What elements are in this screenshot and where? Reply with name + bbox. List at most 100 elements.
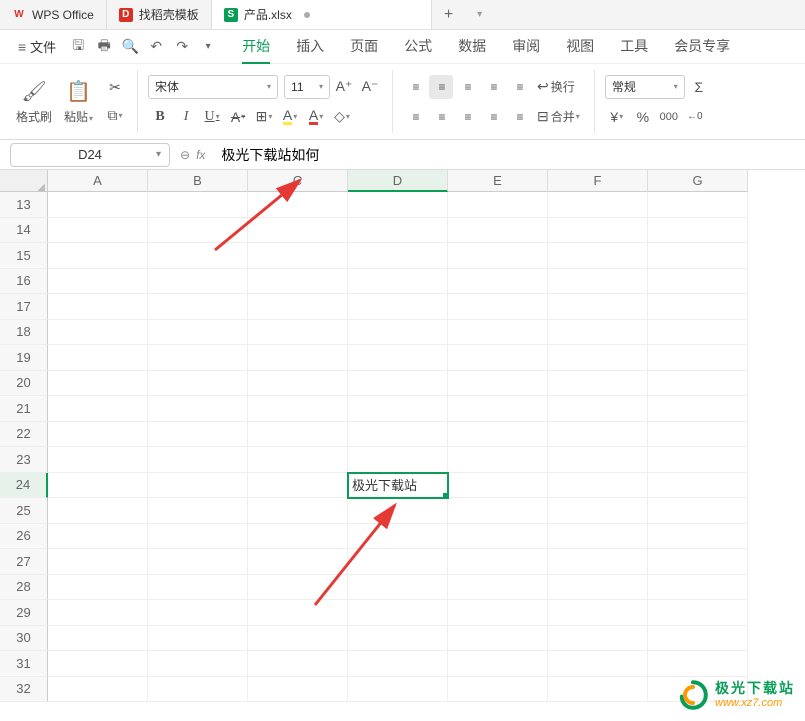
cell-D19[interactable] [348,345,448,371]
cell-D23[interactable] [348,447,448,473]
cell-A32[interactable] [48,677,148,703]
cell-F26[interactable] [548,524,648,550]
cell-E18[interactable] [448,320,548,346]
tab-view[interactable]: 视图 [566,30,594,64]
row-header-27[interactable]: 27 [0,549,48,575]
currency-button[interactable]: ¥▾ [605,105,629,129]
column-header-C[interactable]: C [248,170,348,192]
row-header-26[interactable]: 26 [0,524,48,550]
cut-button[interactable]: ✂ [103,76,127,100]
cell-B26[interactable] [148,524,248,550]
cell-B17[interactable] [148,294,248,320]
decrease-font-button[interactable]: A⁻ [358,75,382,99]
cell-E14[interactable] [448,218,548,244]
cell-E31[interactable] [448,651,548,677]
cell-B27[interactable] [148,549,248,575]
cell-F24[interactable] [548,473,648,499]
cell-B18[interactable] [148,320,248,346]
copy-button[interactable]: ⧉▾ [103,104,127,128]
cell-C21[interactable] [248,396,348,422]
cells-area[interactable]: 极光下载站 [48,192,805,702]
qat-dropdown[interactable]: ▾ [196,35,220,59]
cell-B13[interactable] [148,192,248,218]
cell-E25[interactable] [448,498,548,524]
cell-E27[interactable] [448,549,548,575]
row-header-19[interactable]: 19 [0,345,48,371]
row-header-18[interactable]: 18 [0,320,48,346]
decrease-indent-button[interactable]: ≡ [481,75,505,99]
row-header-20[interactable]: 20 [0,371,48,397]
cell-F21[interactable] [548,396,648,422]
cell-F15[interactable] [548,243,648,269]
cell-B14[interactable] [148,218,248,244]
font-name-select[interactable]: 宋体 ▾ [148,75,278,99]
cell-D14[interactable] [348,218,448,244]
font-color-button[interactable]: A▾ [304,105,328,129]
cell-A21[interactable] [48,396,148,422]
cell-E29[interactable] [448,600,548,626]
cell-C22[interactable] [248,422,348,448]
cell-G31[interactable] [648,651,748,677]
cell-D25[interactable] [348,498,448,524]
row-header-15[interactable]: 15 [0,243,48,269]
fill-color-button[interactable]: A▾ [278,105,302,129]
row-header-13[interactable]: 13 [0,192,48,218]
cell-F30[interactable] [548,626,648,652]
cell-A25[interactable] [48,498,148,524]
cell-C26[interactable] [248,524,348,550]
cell-C15[interactable] [248,243,348,269]
cell-B15[interactable] [148,243,248,269]
cell-D17[interactable] [348,294,448,320]
cell-F31[interactable] [548,651,648,677]
cell-B32[interactable] [148,677,248,703]
row-header-16[interactable]: 16 [0,269,48,295]
cell-A15[interactable] [48,243,148,269]
select-all-corner[interactable] [0,170,48,192]
cell-F13[interactable] [548,192,648,218]
cell-G22[interactable] [648,422,748,448]
cell-B25[interactable] [148,498,248,524]
cell-D16[interactable] [348,269,448,295]
cell-A26[interactable] [48,524,148,550]
font-size-select[interactable]: 11 ▾ [284,75,330,99]
row-header-28[interactable]: 28 [0,575,48,601]
paste-button[interactable]: 📋 粘贴▾ [58,77,99,127]
cell-B19[interactable] [148,345,248,371]
cell-G18[interactable] [648,320,748,346]
cell-F28[interactable] [548,575,648,601]
sum-button[interactable]: Σ [687,75,711,99]
cell-F16[interactable] [548,269,648,295]
cell-D24[interactable]: 极光下载站 [348,473,448,499]
cell-G24[interactable] [648,473,748,499]
align-center-button[interactable]: ≡ [429,105,453,129]
cell-A20[interactable] [48,371,148,397]
column-header-G[interactable]: G [648,170,748,192]
cell-C30[interactable] [248,626,348,652]
cell-C19[interactable] [248,345,348,371]
tab-list-button[interactable]: ▾ [465,9,494,20]
formula-input[interactable] [215,143,795,167]
cell-E28[interactable] [448,575,548,601]
tab-formula[interactable]: 公式 [404,30,432,64]
cell-C14[interactable] [248,218,348,244]
cell-A13[interactable] [48,192,148,218]
redo-button[interactable]: ↷ [170,35,194,59]
cell-D29[interactable] [348,600,448,626]
cell-D15[interactable] [348,243,448,269]
cell-F17[interactable] [548,294,648,320]
cell-A18[interactable] [48,320,148,346]
file-menu-button[interactable]: 文件 [10,33,64,60]
align-left-button[interactable]: ≡ [403,105,427,129]
cell-C18[interactable] [248,320,348,346]
column-header-E[interactable]: E [448,170,548,192]
row-header-24[interactable]: 24 [0,473,48,499]
row-header-30[interactable]: 30 [0,626,48,652]
undo-button[interactable]: ↶ [144,35,168,59]
orientation-button[interactable]: ≡ [507,75,531,99]
cell-E26[interactable] [448,524,548,550]
cell-D22[interactable] [348,422,448,448]
docer-tab[interactable]: D 找稻壳模板 [107,0,212,29]
cell-E23[interactable] [448,447,548,473]
cell-A31[interactable] [48,651,148,677]
app-tab[interactable]: W WPS Office [0,0,107,29]
